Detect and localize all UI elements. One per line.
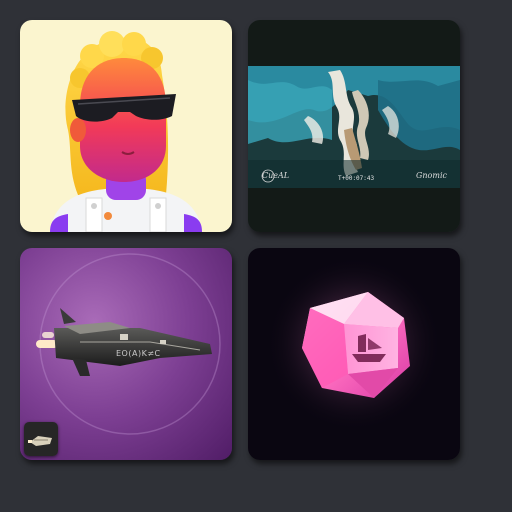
nft-gallery-grid: CueAL T+00:07:43 Gnomic EO(A)K≠C — [0, 0, 512, 512]
crystal-image — [248, 248, 460, 460]
avatar-card[interactable] — [20, 20, 232, 232]
launch-video-card[interactable]: CueAL T+00:07:43 Gnomic — [248, 20, 460, 232]
ship-thumbnail[interactable] — [24, 422, 58, 456]
ship-hull-text: EO(A)K≠C — [116, 349, 161, 358]
ship-thumbnail-icon — [24, 422, 58, 456]
launch-video-frame: CueAL T+00:07:43 Gnomic — [248, 20, 460, 232]
video-right-badge: Gnomic — [416, 171, 448, 180]
crystal-card[interactable] — [248, 248, 460, 460]
video-timecode: T+00:07:43 — [338, 175, 375, 182]
avatar-image — [20, 20, 232, 232]
video-left-badge: CueAL — [262, 171, 289, 180]
spaceship-card[interactable]: EO(A)K≠C — [20, 248, 232, 460]
